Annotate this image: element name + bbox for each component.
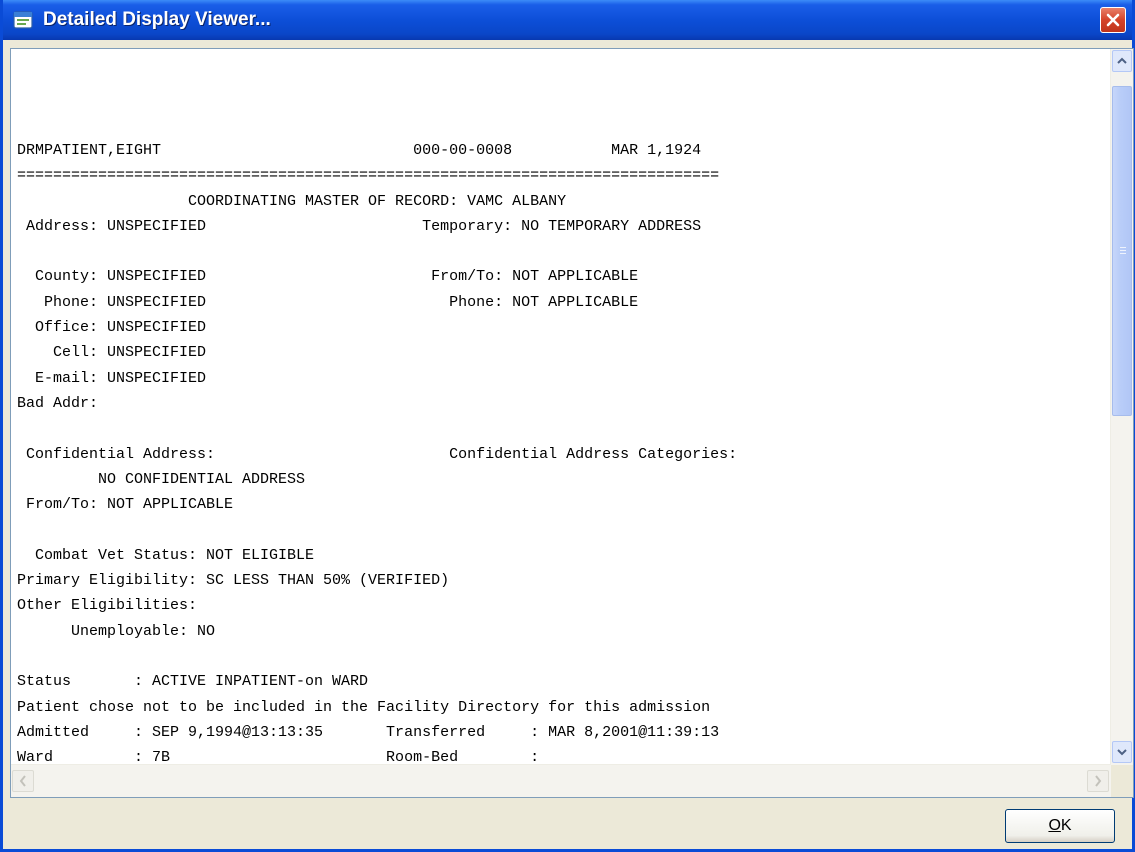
report-line: From/To: NOT APPLICABLE: [17, 496, 234, 514]
vertical-scrollbar[interactable]: [1110, 49, 1133, 765]
report-text-area[interactable]: DRMPATIENT,EIGHT 000-00-0008 MAR 1,1924 …: [11, 49, 1111, 765]
scroll-right-button[interactable]: [1087, 770, 1109, 792]
chevron-left-icon: [19, 775, 26, 787]
report-line: Confidential Address: Confidential Addre…: [17, 445, 738, 463]
report-line: DRMPATIENT,EIGHT 000-00-0008 MAR 1,1924: [17, 142, 702, 159]
app-window-icon: [13, 10, 33, 30]
report-text-box[interactable]: DRMPATIENT,EIGHT 000-00-0008 MAR 1,1924 …: [10, 48, 1134, 798]
report-line: Admitted : SEP 9,1994@13:13:35 Transferr…: [17, 723, 720, 741]
report-line: Combat Vet Status: NOT ELIGIBLE: [17, 546, 315, 564]
report-line: NO CONFIDENTIAL ADDRESS: [17, 470, 306, 488]
horizontal-scrollbar[interactable]: [11, 764, 1111, 797]
vertical-scroll-thumb[interactable]: [1112, 86, 1132, 416]
ok-button-label: OK: [1048, 817, 1072, 834]
report-line: Ward : 7B Room-Bed :: [17, 749, 540, 765]
report-line: Cell: UNSPECIFIED: [17, 344, 207, 362]
report-line: Office: UNSPECIFIED: [17, 319, 207, 337]
chevron-down-icon: [1117, 749, 1127, 756]
scroll-up-button[interactable]: [1112, 50, 1132, 72]
window-title: Detailed Display Viewer...: [43, 9, 271, 30]
patient-detail-report: DRMPATIENT,EIGHT 000-00-0008 MAR 1,1924 …: [17, 138, 737, 765]
report-line: COORDINATING MASTER OF RECORD: VAMC ALBA…: [17, 192, 567, 210]
report-line: County: UNSPECIFIED From/To: NOT APPLICA…: [17, 268, 639, 286]
detailed-display-viewer-window: Detailed Display Viewer... DRMPATIENT,EI…: [0, 0, 1135, 852]
scrollbar-corner: [1111, 765, 1133, 797]
report-line: ========================================…: [17, 167, 720, 185]
report-line: Bad Addr:: [17, 394, 99, 412]
close-icon: [1106, 13, 1120, 27]
chevron-up-icon: [1117, 57, 1127, 64]
report-line: Phone: UNSPECIFIED Phone: NOT APPLICABLE: [17, 293, 639, 311]
report-line: Status : ACTIVE INPATIENT-on WARD: [17, 673, 369, 691]
scroll-left-button[interactable]: [12, 770, 34, 792]
report-line: E-mail: UNSPECIFIED: [17, 369, 207, 387]
ok-button[interactable]: OK: [1005, 809, 1115, 843]
report-line: Unemployable: NO: [17, 622, 216, 640]
chevron-right-icon: [1095, 775, 1102, 787]
report-line: Patient chose not to be included in the …: [17, 698, 711, 716]
close-button[interactable]: [1100, 7, 1126, 33]
scroll-down-button[interactable]: [1112, 741, 1132, 763]
report-line: Other Eligibilities:: [17, 597, 198, 615]
report-line: Address: UNSPECIFIED Temporary: NO TEMPO…: [17, 217, 702, 235]
title-bar[interactable]: Detailed Display Viewer...: [3, 0, 1132, 40]
report-line: Primary Eligibility: SC LESS THAN 50% (V…: [17, 572, 450, 590]
